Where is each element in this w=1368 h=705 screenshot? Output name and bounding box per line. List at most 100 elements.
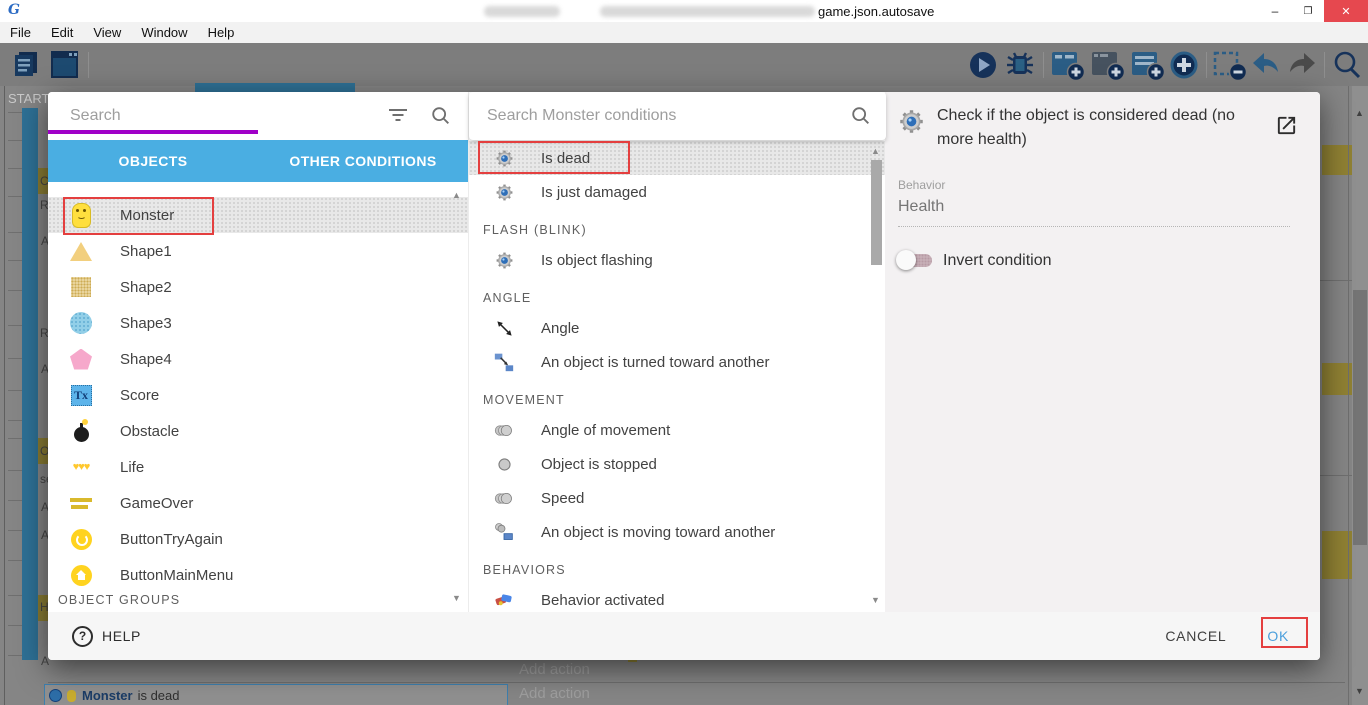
movement-circles-icon	[491, 489, 517, 508]
list-scroll-down-icon[interactable]: ▼	[871, 595, 880, 605]
condition-label: Behavior activated	[541, 592, 664, 609]
condition-row-angle[interactable]: Angle	[469, 311, 886, 345]
delete-event-icon[interactable]	[1212, 50, 1248, 82]
add-subevent-icon[interactable]	[1090, 50, 1126, 82]
object-label: Shape3	[120, 315, 172, 332]
row-divider	[48, 682, 1345, 683]
object-row-gameover[interactable]: GameOver	[48, 485, 468, 521]
condition-label: An object is turned toward another	[541, 354, 769, 371]
condition-search-input[interactable]	[485, 106, 850, 126]
invert-condition-toggle[interactable]	[898, 250, 934, 270]
restore-button[interactable]: ❐	[1292, 0, 1324, 22]
scroll-up-icon[interactable]: ▲	[1355, 108, 1364, 118]
object-row-buttonmainmenu[interactable]: ButtonMainMenu	[48, 557, 468, 593]
object-row-obstacle[interactable]: Obstacle	[48, 413, 468, 449]
behavior-field-value[interactable]: Health	[898, 198, 944, 216]
square-object-icon	[68, 277, 94, 297]
list-scrollbar-thumb[interactable]	[871, 160, 882, 265]
menu-window[interactable]: Window	[131, 25, 197, 40]
filter-icon[interactable]	[388, 109, 408, 123]
object-row-shape1[interactable]: Shape1	[48, 233, 468, 269]
condition-row-turned-toward[interactable]: An object is turned toward another	[469, 345, 886, 379]
condition-row-is-just-damaged[interactable]: Is just damaged	[469, 175, 886, 209]
menu-view[interactable]: View	[83, 25, 131, 40]
event-object-name: Monster	[82, 688, 133, 703]
object-row-shape3[interactable]: Shape3	[48, 305, 468, 341]
condition-list: Is dead Is just damaged	[469, 140, 886, 612]
condition-row-behavior-activated[interactable]: Behavior activated	[469, 583, 886, 612]
condition-row-angle-of-movement[interactable]: Angle of movement	[469, 413, 886, 447]
toolbar-separator	[1324, 52, 1325, 78]
condition-description: Check if the object is considered dead (…	[937, 104, 1249, 152]
toolbar-separator	[1206, 52, 1207, 78]
cancel-button[interactable]: CANCEL	[1165, 628, 1226, 644]
add-action-link[interactable]: Add action	[519, 661, 590, 678]
condition-label: Is object flashing	[541, 252, 653, 269]
background-scrollbar-thumb[interactable]	[1353, 290, 1367, 545]
object-row-buttontryagain[interactable]: ButtonTryAgain	[48, 521, 468, 557]
object-label: Life	[120, 459, 144, 476]
debug-icon[interactable]	[1004, 50, 1036, 80]
condition-editor-dialog: OBJECTS OTHER CONDITIONS Monster Shape1 …	[48, 92, 1320, 660]
project-manager-icon[interactable]	[12, 50, 42, 80]
add-event-icon[interactable]	[1050, 50, 1086, 82]
bomb-object-icon	[68, 421, 94, 442]
object-list: Monster Shape1 Shape2 Shape3 Shape4	[48, 182, 468, 612]
close-button[interactable]: ✕	[1324, 0, 1368, 22]
object-label: Shape4	[120, 351, 172, 368]
add-action-link[interactable]: Add action	[519, 685, 590, 702]
condition-label: Object is stopped	[541, 456, 657, 473]
gdevelop-window: G game.json.autosave – ❐ ✕ File Edit Vie…	[0, 0, 1368, 705]
tab-objects[interactable]: OBJECTS	[48, 140, 258, 182]
annotation-box-ok	[1261, 617, 1308, 648]
minimize-button[interactable]: –	[1258, 0, 1292, 22]
section-header-label: ANGLE	[483, 291, 531, 305]
condition-row-speed[interactable]: Speed	[469, 481, 886, 515]
blurred-title-text	[484, 6, 560, 17]
add-extra-icon[interactable]	[1168, 50, 1200, 82]
redo-icon[interactable]	[1286, 50, 1318, 80]
scroll-down-icon[interactable]: ▼	[1355, 686, 1364, 696]
toolbar-separator	[88, 52, 89, 78]
scene-tab-label: START	[8, 91, 49, 106]
object-search-input[interactable]	[68, 106, 388, 126]
moving-toward-icon	[491, 522, 517, 542]
triangle-object-icon	[68, 242, 94, 261]
list-scroll-down-icon[interactable]: ▼	[452, 593, 461, 603]
list-scroll-up-icon[interactable]: ▲	[452, 190, 461, 200]
selected-event-row[interactable]: Monster is dead	[44, 684, 508, 705]
search-toolbar-icon[interactable]	[1332, 50, 1362, 80]
object-label: Obstacle	[120, 423, 179, 440]
object-groups-header: OBJECT GROUPS	[58, 593, 180, 607]
scene-editor-icon[interactable]	[50, 50, 80, 80]
object-row-shape4[interactable]: Shape4	[48, 341, 468, 377]
toolbar	[0, 43, 1368, 86]
undo-icon[interactable]	[1250, 50, 1282, 80]
object-row-score[interactable]: Tx Score	[48, 377, 468, 413]
condition-row-is-object-flashing[interactable]: Is object flashing	[469, 243, 886, 277]
condition-row-object-is-stopped[interactable]: Object is stopped	[469, 447, 886, 481]
active-tab-underline	[48, 130, 258, 134]
list-scroll-up-icon[interactable]: ▲	[871, 146, 880, 156]
open-in-new-icon[interactable]	[1275, 114, 1298, 142]
menu-file[interactable]: File	[0, 25, 41, 40]
search-icon[interactable]	[850, 105, 872, 127]
menu-bar: File Edit View Window Help	[0, 22, 1368, 44]
object-row-shape2[interactable]: Shape2	[48, 269, 468, 305]
menu-edit[interactable]: Edit	[41, 25, 83, 40]
add-comment-icon[interactable]	[1130, 50, 1166, 82]
help-button[interactable]: ? HELP	[72, 626, 141, 647]
behavior-field-label: Behavior	[898, 178, 945, 192]
condition-row-moving-toward[interactable]: An object is moving toward another	[469, 515, 886, 549]
condition-search-bar	[469, 92, 886, 140]
menu-help[interactable]: Help	[198, 25, 245, 40]
search-icon[interactable]	[430, 105, 452, 127]
selector-tabs: OBJECTS OTHER CONDITIONS	[48, 140, 468, 182]
object-label: ButtonTryAgain	[120, 531, 223, 548]
object-row-life[interactable]: ♥♥♥ Life	[48, 449, 468, 485]
preview-play-icon[interactable]	[968, 50, 998, 80]
behavior-gear-icon	[491, 251, 517, 270]
object-label: Score	[120, 387, 159, 404]
condition-label: Is just damaged	[541, 184, 647, 201]
tab-other-conditions[interactable]: OTHER CONDITIONS	[258, 140, 468, 182]
